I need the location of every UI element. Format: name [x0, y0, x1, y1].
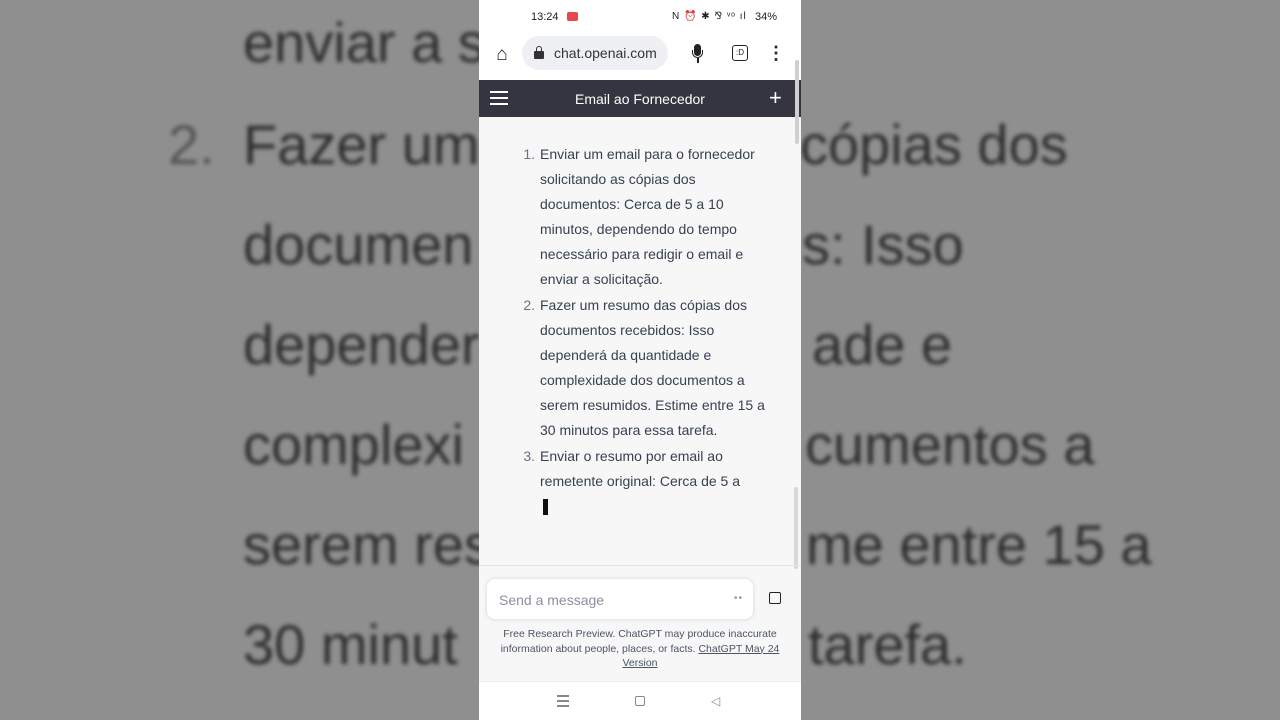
list-number: 1. — [523, 146, 535, 162]
bg-text: enviar a s — [243, 11, 486, 74]
typing-indicator: •• — [734, 593, 744, 604]
bg-number: 2. — [168, 113, 215, 176]
bg-text: ade e — [812, 313, 953, 376]
scrollbar[interactable] — [795, 60, 799, 144]
list-text: Enviar um email para o fornecedor solici… — [540, 146, 755, 288]
status-time: 13:24 — [531, 11, 559, 23]
bg-text: cópias dos — [800, 113, 1068, 176]
screen-record-icon — [567, 12, 578, 21]
home-icon[interactable]: ⌂ — [491, 44, 513, 66]
typing-cursor — [543, 499, 548, 515]
bg-text: Fazer um — [243, 113, 480, 176]
bg-text: tarefa. — [808, 613, 967, 676]
phone-screen: 13:24 N ⏰ ✱ ⅋ ᵛᵒ ıl 34% ⌂ chat.openai.co… — [479, 0, 801, 720]
browser-toolbar: ⌂ chat.openai.com :D ⋮ — [479, 34, 801, 80]
bg-text: documen — [243, 213, 474, 276]
list-number: 2. — [523, 297, 535, 313]
recents-icon[interactable] — [557, 695, 569, 707]
list-text: Enviar o resumo por email ao remetente o… — [540, 448, 740, 490]
bg-text: cumentos a — [805, 413, 1095, 476]
bg-text: 30 minut — [243, 613, 458, 676]
url-text: chat.openai.com — [554, 45, 657, 61]
list-text: Fazer um resumo das cópias dos documento… — [540, 297, 765, 439]
bg-text: complexi — [243, 413, 464, 476]
tab-switcher-button[interactable]: :D — [732, 45, 748, 61]
back-icon[interactable]: ◁ — [711, 694, 720, 708]
disclaimer: Free Research Preview. ChatGPT may produ… — [493, 627, 787, 671]
bg-text: s: Isso — [802, 213, 964, 276]
bg-text: serem res — [243, 513, 492, 576]
bg-text: depender — [243, 313, 480, 376]
system-status-icons: N ⏰ ✱ ⅋ ᵛᵒ ıl — [672, 11, 747, 22]
status-bar: 13:24 N ⏰ ✱ ⅋ ᵛᵒ ıl 34% — [479, 0, 801, 34]
bg-text: me entre 15 a — [806, 513, 1152, 576]
chat-header: Email ao Fornecedor + — [479, 80, 801, 117]
divider — [479, 565, 801, 566]
list-number: 3. — [523, 448, 535, 464]
battery-level: 34% — [755, 11, 778, 23]
conversation-title: Email ao Fornecedor — [575, 91, 705, 107]
message-input[interactable] — [497, 579, 721, 621]
lock-icon — [534, 46, 544, 59]
new-chat-plus-icon[interactable]: + — [769, 86, 782, 110]
chat-message: 1. Enviar um email para o fornecedor sol… — [479, 117, 801, 565]
message-composer: •• — [487, 579, 753, 621]
stop-generating-button[interactable] — [769, 592, 781, 604]
home-nav-icon[interactable] — [635, 696, 645, 706]
microphone-icon[interactable] — [689, 44, 707, 66]
android-navigation-bar: ◁ — [479, 681, 801, 720]
address-bar[interactable]: chat.openai.com — [522, 36, 668, 70]
scrollbar[interactable] — [794, 487, 798, 569]
more-options-icon[interactable]: ⋮ — [767, 42, 785, 64]
